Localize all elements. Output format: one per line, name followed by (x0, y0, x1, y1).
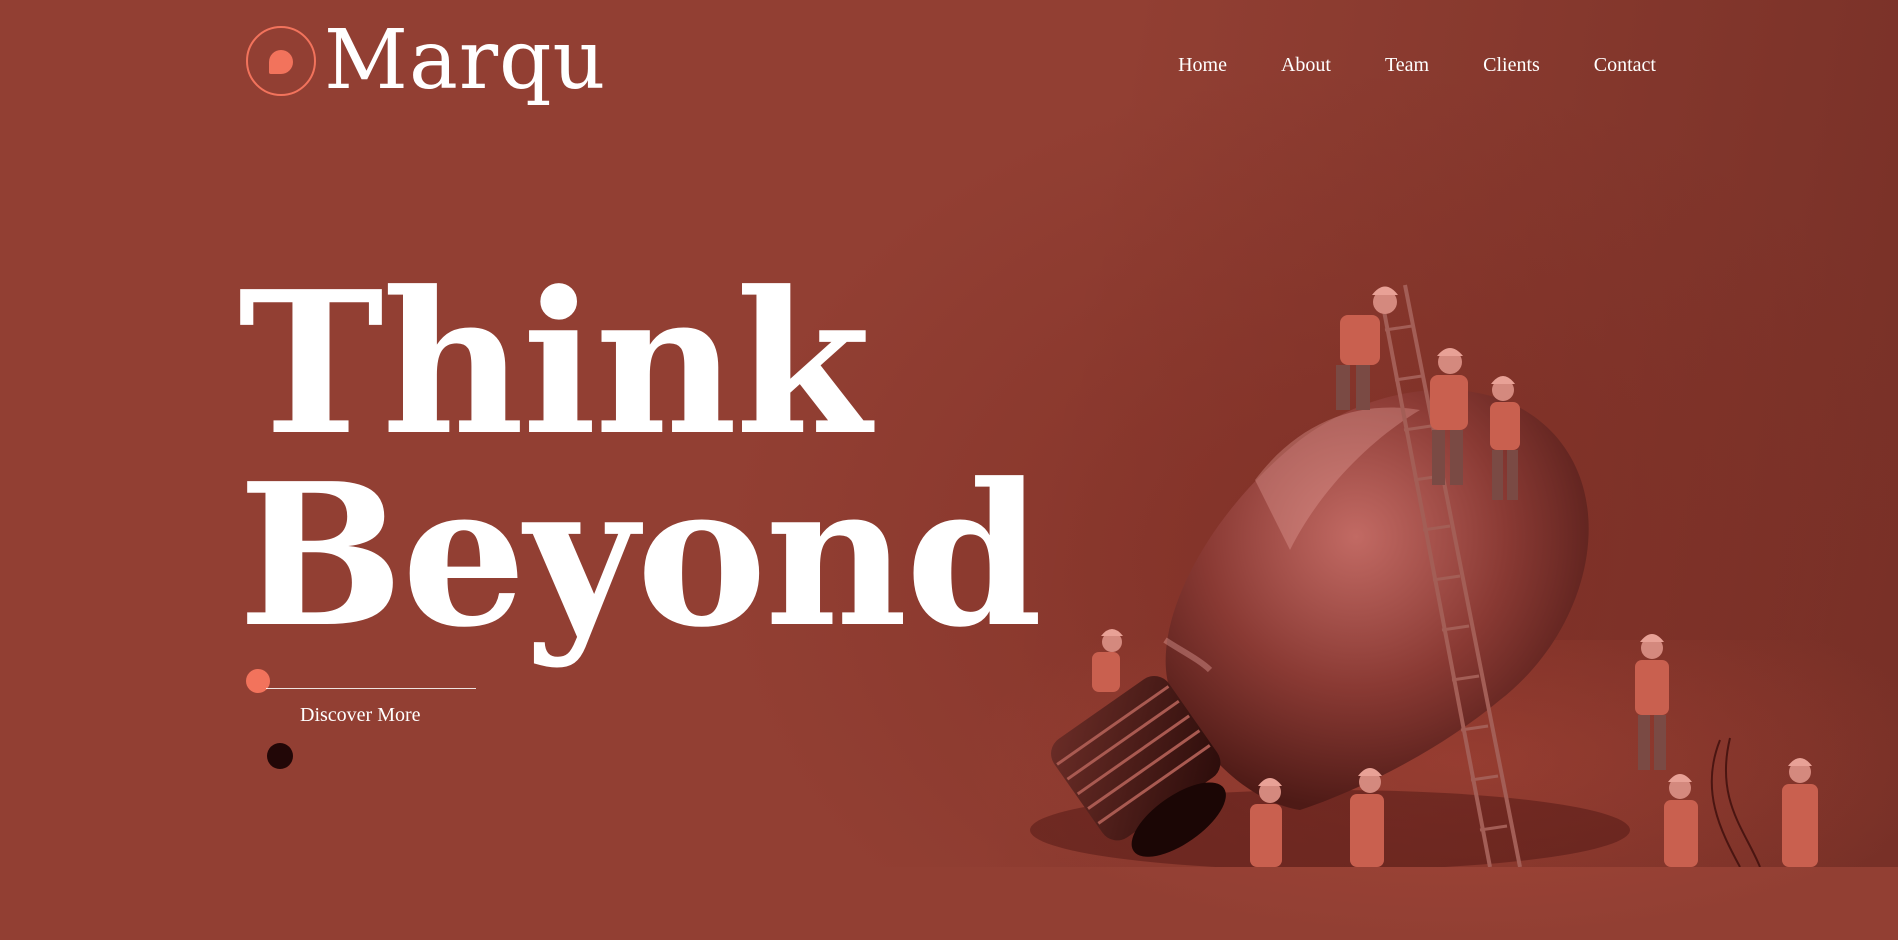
discover-more-link[interactable]: Discover More (300, 704, 421, 727)
hero-title-line1: Think (238, 249, 871, 479)
speech-bubble-icon (246, 26, 316, 96)
coral-dot-decoration (246, 669, 270, 693)
dark-dot-decoration (267, 743, 293, 769)
hero-title-line2: Beyond (238, 441, 1043, 671)
nav-home[interactable]: Home (1178, 54, 1227, 77)
nav-team[interactable]: Team (1385, 54, 1429, 77)
hero-divider (266, 688, 476, 689)
brand-logo[interactable]: Marqu (246, 20, 606, 102)
nav-about[interactable]: About (1281, 54, 1331, 77)
main-nav: Home About Team Clients Contact (1178, 54, 1656, 77)
hero-title: Think Beyond (238, 249, 1043, 671)
nav-clients[interactable]: Clients (1483, 54, 1540, 77)
lightbulb-with-workers-illustration (1030, 284, 1818, 867)
nav-contact[interactable]: Contact (1594, 54, 1656, 77)
brand-name: Marqu (324, 13, 607, 108)
